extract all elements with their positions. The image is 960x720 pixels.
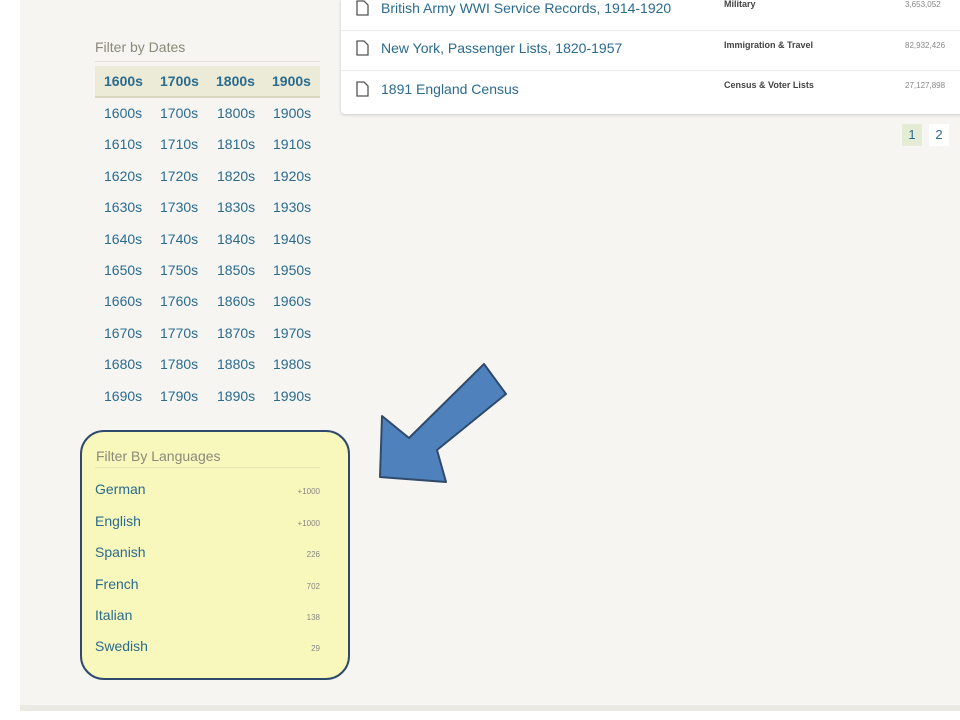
language-item-french[interactable]: French (95, 576, 139, 592)
decade-link[interactable]: 1800s (217, 105, 255, 121)
decade-link[interactable]: 1650s (104, 262, 142, 278)
decade-link[interactable]: 1990s (273, 388, 311, 404)
language-item-italian[interactable]: Italian (95, 607, 132, 623)
result-category: Immigration & Travel (724, 40, 814, 50)
result-count: 82,932,426 (905, 41, 946, 50)
decade-link[interactable]: 1620s (104, 168, 142, 184)
language-count: 702 (306, 582, 320, 591)
decade-link[interactable]: 1760s (160, 293, 198, 309)
tab-1800s[interactable]: 1800s (216, 66, 255, 96)
language-count: +1000 (297, 519, 320, 528)
decade-link[interactable]: 1670s (104, 325, 142, 341)
decade-link[interactable]: 1730s (160, 199, 198, 215)
tab-1600s[interactable]: 1600s (104, 66, 143, 96)
language-count: 29 (311, 644, 320, 653)
result-row[interactable]: 1891 England Census Census & Voter Lists… (341, 70, 960, 110)
decade-link[interactable]: 1680s (104, 356, 142, 372)
decade-link[interactable]: 1860s (217, 293, 255, 309)
decade-link[interactable]: 1830s (217, 199, 255, 215)
decade-link[interactable]: 1960s (273, 293, 311, 309)
annotation-arrow-icon (379, 363, 507, 483)
decade-link[interactable]: 1630s (104, 199, 142, 215)
decade-link[interactable]: 1920s (273, 168, 311, 184)
language-count: 226 (306, 550, 320, 559)
tab-1900s[interactable]: 1900s (272, 66, 311, 96)
footer-strip (20, 705, 960, 711)
document-icon (356, 81, 369, 97)
language-item-swedish[interactable]: Swedish (95, 638, 148, 654)
decade-link[interactable]: 1970s (273, 325, 311, 341)
decade-link[interactable]: 1640s (104, 231, 142, 247)
decade-link[interactable]: 1910s (273, 136, 311, 152)
decade-link[interactable]: 1780s (160, 356, 198, 372)
decade-link[interactable]: 1790s (160, 388, 198, 404)
decade-link[interactable]: 1890s (217, 388, 255, 404)
result-title-link[interactable]: 1891 England Census (381, 81, 519, 97)
decade-link[interactable]: 1750s (160, 262, 198, 278)
result-category: Census & Voter Lists (724, 80, 814, 90)
decade-link[interactable]: 1880s (217, 356, 255, 372)
language-filter-heading: Filter By Languages (96, 448, 221, 464)
language-item-english[interactable]: English (95, 513, 141, 529)
page-2-button[interactable]: 2 (929, 124, 949, 146)
result-row[interactable]: New York, Passenger Lists, 1820-1957 Imm… (341, 30, 960, 71)
result-count: 27,127,898 (905, 81, 946, 90)
result-count: 3,653,052 (905, 0, 941, 9)
language-count: +1000 (297, 487, 320, 496)
decade-link[interactable]: 1810s (217, 136, 255, 152)
decade-link[interactable]: 1740s (160, 231, 198, 247)
decade-link[interactable]: 1940s (273, 231, 311, 247)
decade-link[interactable]: 1950s (273, 262, 311, 278)
results-list: British Army WWI Service Records, 1914-1… (341, 0, 960, 114)
decade-link[interactable]: 1900s (273, 105, 311, 121)
decade-link[interactable]: 1840s (217, 231, 255, 247)
result-category: Military (724, 0, 756, 9)
page-1-button[interactable]: 1 (902, 124, 922, 146)
decade-link[interactable]: 1690s (104, 388, 142, 404)
tab-1700s[interactable]: 1700s (160, 66, 199, 96)
decade-link[interactable]: 1720s (160, 168, 198, 184)
date-filter-heading: Filter by Dates (95, 39, 186, 55)
result-title-link[interactable]: New York, Passenger Lists, 1820-1957 (381, 40, 622, 56)
decade-link[interactable]: 1770s (160, 325, 198, 341)
decade-link[interactable]: 1700s (160, 105, 198, 121)
result-row[interactable]: British Army WWI Service Records, 1914-1… (341, 0, 960, 31)
decade-link[interactable]: 1710s (160, 136, 198, 152)
decade-link[interactable]: 1600s (104, 105, 142, 121)
document-icon (356, 0, 369, 16)
decade-link[interactable]: 1660s (104, 293, 142, 309)
century-tabs: 1600s 1700s 1800s 1900s (95, 66, 320, 98)
language-count: 138 (306, 613, 320, 622)
decade-link[interactable]: 1930s (273, 199, 311, 215)
language-item-german[interactable]: German (95, 481, 146, 497)
language-item-spanish[interactable]: Spanish (95, 544, 146, 560)
decade-link[interactable]: 1870s (217, 325, 255, 341)
heading-divider (95, 467, 320, 468)
decade-link[interactable]: 1820s (217, 168, 255, 184)
decade-link[interactable]: 1980s (273, 356, 311, 372)
document-icon (356, 40, 369, 56)
result-title-link[interactable]: British Army WWI Service Records, 1914-1… (381, 0, 671, 16)
decade-link[interactable]: 1610s (104, 136, 142, 152)
heading-divider (95, 61, 320, 62)
decade-link[interactable]: 1850s (217, 262, 255, 278)
